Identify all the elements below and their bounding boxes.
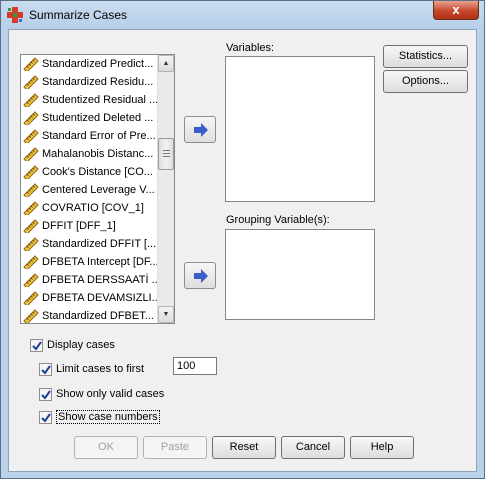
limit-cases-checkbox[interactable] [39, 362, 52, 376]
source-variable-label: Studentized Deleted ... [42, 112, 154, 124]
valid-only-checkbox[interactable] [39, 387, 52, 401]
source-variable-item[interactable]: Centered Leverage V... [21, 181, 158, 199]
source-variable-label: Standard Error of Pre... [42, 130, 156, 142]
limit-cases-row[interactable]: Limit cases to first [39, 361, 144, 377]
vertical-scrollbar[interactable]: ▲ ▼ [157, 55, 174, 323]
source-variable-label: Studentized Residual ... [42, 94, 158, 106]
scroll-thumb[interactable] [158, 138, 174, 170]
ruler-icon [23, 129, 39, 143]
valid-only-label: Show only valid cases [56, 388, 165, 400]
limit-cases-input[interactable] [173, 357, 217, 375]
source-variable-label: Centered Leverage V... [42, 184, 155, 196]
ruler-icon [23, 219, 39, 233]
ok-button[interactable]: OK [74, 436, 138, 459]
move-to-grouping-button[interactable] [184, 262, 216, 289]
source-variable-item[interactable]: DFBETA DERSSAATİ ... [21, 271, 158, 289]
app-icon [7, 7, 23, 23]
source-variable-item[interactable]: Cook's Distance [CO... [21, 163, 158, 181]
source-variable-label: Standardized Predict... [42, 58, 154, 70]
source-variable-label: Standardized DFBET... [42, 310, 154, 322]
title-bar[interactable]: Summarize Cases x [1, 1, 484, 29]
source-variable-items: Standardized Predict... Standardized Resi… [21, 55, 158, 323]
options-button[interactable]: Options... [383, 70, 468, 93]
source-variable-item[interactable]: DFBETA Intercept [DF... [21, 253, 158, 271]
ruler-icon [23, 237, 39, 251]
source-variable-label: COVRATIO [COV_1] [42, 202, 144, 214]
reset-button[interactable]: Reset [212, 436, 276, 459]
dialog-body: Standardized Predict... Standardized Resi… [8, 29, 477, 472]
source-variable-label: DFBETA DERSSAATİ ... [42, 274, 158, 286]
paste-button[interactable]: Paste [143, 436, 207, 459]
source-variable-item[interactable]: Standard Error of Pre... [21, 127, 158, 145]
variables-list[interactable] [225, 56, 375, 202]
ruler-icon [23, 147, 39, 161]
source-variable-list[interactable]: Standardized Predict... Standardized Resi… [20, 54, 175, 324]
source-variable-item[interactable]: Studentized Deleted ... [21, 109, 158, 127]
scroll-down-button[interactable]: ▼ [158, 306, 174, 323]
display-cases-row[interactable]: Display cases [30, 337, 115, 353]
window-title: Summarize Cases [29, 8, 128, 22]
grouping-variables-list[interactable] [225, 229, 375, 320]
case-numbers-checkbox[interactable] [39, 410, 52, 424]
checkmark-icon [32, 340, 42, 351]
close-icon: x [452, 2, 460, 17]
case-numbers-label: Show case numbers [56, 410, 160, 424]
ruler-icon [23, 309, 39, 323]
help-button[interactable]: Help [350, 436, 414, 459]
source-variable-label: Standardized Residu... [42, 76, 154, 88]
checkmark-icon [41, 412, 51, 423]
checkmark-icon [41, 364, 51, 375]
source-variable-item[interactable]: Standardized Residu... [21, 73, 158, 91]
checkmark-icon [41, 389, 51, 400]
display-cases-label: Display cases [47, 339, 115, 351]
ruler-icon [23, 111, 39, 125]
source-variable-item[interactable]: Standardized DFFIT [... [21, 235, 158, 253]
limit-cases-label: Limit cases to first [56, 363, 145, 375]
valid-only-row[interactable]: Show only valid cases [39, 386, 164, 402]
statistics-button[interactable]: Statistics... [383, 45, 468, 68]
source-variable-item[interactable]: DFBETA DEVAMSIZLI... [21, 289, 158, 307]
source-variable-item[interactable]: Standardized DFBET... [21, 307, 158, 323]
ruler-icon [23, 57, 39, 71]
source-variable-label: Standardized DFFIT [... [42, 238, 157, 250]
source-variable-label: DFFIT [DFF_1] [42, 220, 116, 232]
ruler-icon [23, 165, 39, 179]
ruler-icon [23, 183, 39, 197]
right-arrow-icon [194, 123, 208, 137]
source-variable-item[interactable]: Mahalanobis Distanc... [21, 145, 158, 163]
move-to-variables-button[interactable] [184, 116, 216, 143]
ruler-icon [23, 255, 39, 269]
ruler-icon [23, 273, 39, 287]
right-arrow-icon [194, 269, 208, 283]
close-button[interactable]: x [433, 1, 479, 20]
scroll-up-button[interactable]: ▲ [158, 55, 174, 72]
ruler-icon [23, 201, 39, 215]
cancel-button[interactable]: Cancel [281, 436, 345, 459]
source-variable-item[interactable]: Standardized Predict... [21, 55, 158, 73]
grouping-variables-label: Grouping Variable(s): [226, 214, 330, 226]
case-numbers-row[interactable]: Show case numbers [39, 409, 160, 425]
variables-label: Variables: [226, 42, 275, 54]
ruler-icon [23, 93, 39, 107]
display-cases-checkbox[interactable] [30, 338, 43, 352]
ruler-icon [23, 291, 39, 305]
source-variable-label: DFBETA Intercept [DF... [42, 256, 158, 268]
source-variable-item[interactable]: COVRATIO [COV_1] [21, 199, 158, 217]
source-variable-item[interactable]: Studentized Residual ... [21, 91, 158, 109]
source-variable-label: DFBETA DEVAMSIZLI... [42, 292, 158, 304]
ruler-icon [23, 75, 39, 89]
source-variable-label: Mahalanobis Distanc... [42, 148, 154, 160]
dialog-window: Summarize Cases x Standardized Predict..… [0, 0, 485, 479]
source-variable-item[interactable]: DFFIT [DFF_1] [21, 217, 158, 235]
source-variable-label: Cook's Distance [CO... [42, 166, 153, 178]
